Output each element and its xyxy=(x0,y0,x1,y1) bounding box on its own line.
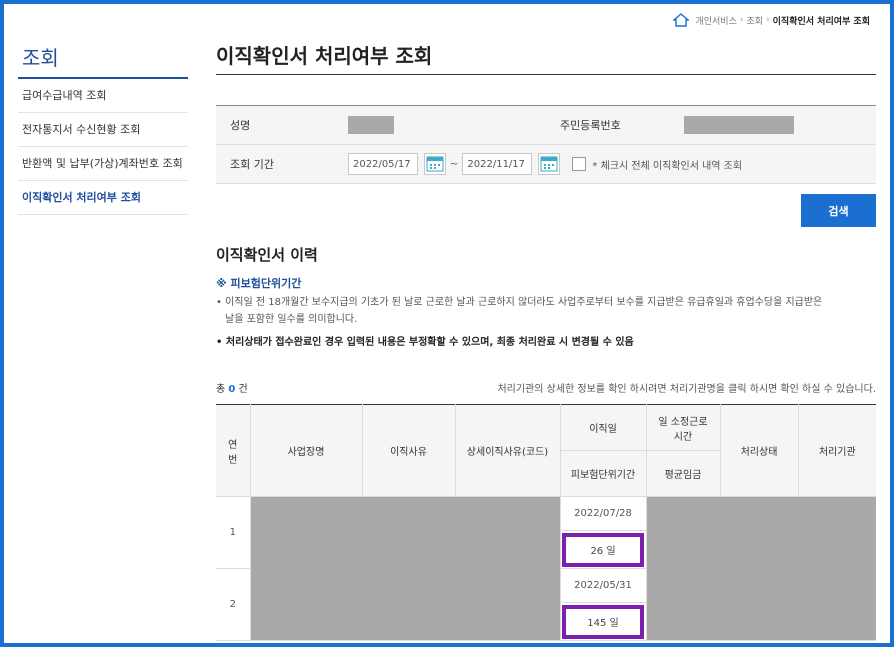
row-no: 2 xyxy=(216,568,251,641)
home-icon[interactable] xyxy=(673,13,690,27)
insured-period-note-line1: • 이직일 전 18개월간 보수지급의 기초가 된 날로 근로한 날과 근로하지… xyxy=(216,297,823,308)
sidebar: 조회 급여수급내역 조회 전자통지서 수신현황 조회 반환액 및 납부(가상)계… xyxy=(18,34,188,215)
ssn-masked-value xyxy=(684,116,794,134)
row-leave-date: 2022/05/31 xyxy=(559,568,646,603)
sidebar-title: 조회 xyxy=(18,34,188,79)
sidebar-item-separation-cert[interactable]: 이직확인서 처리여부 조회 xyxy=(18,181,188,215)
calendar-icon[interactable] xyxy=(538,153,561,175)
breadcrumb-item-inquiry[interactable]: 조회 xyxy=(746,14,763,27)
name-label: 성명 xyxy=(230,119,251,132)
col-header-work-hours: 일 소정근로 시간 xyxy=(645,404,721,451)
col-header-company: 사업장명 xyxy=(249,404,363,497)
row-insured-period-cell: 26 일 xyxy=(560,530,646,569)
browser-frame: 개인서비스 › 조회 › 이직확인서 처리여부 조회 조회 급여수급내역 조회 … xyxy=(0,0,894,647)
name-masked-value xyxy=(348,116,394,134)
col-header-insured-period: 피보험단위기간 xyxy=(560,450,647,497)
insured-period-highlight: 145 일 xyxy=(562,604,644,639)
all-history-checkbox-label: * 체크시 전체 이직확인서 내역 조회 xyxy=(592,160,743,172)
col-header-avg-wage: 평균임금 xyxy=(645,450,720,497)
history-section-title: 이직확인서 이력 xyxy=(216,246,318,264)
col-header-no: 연 번 xyxy=(216,404,251,497)
col-header-leave-date: 이직일 xyxy=(559,404,647,451)
insured-period-highlight: 26 일 xyxy=(562,532,644,567)
insured-period-note-title: ※ 피보험단위기간 xyxy=(216,277,302,290)
sidebar-item-benefit-history[interactable]: 급여수급내역 조회 xyxy=(18,79,188,113)
total-suffix: 건 xyxy=(238,384,248,395)
col-header-agency: 처리기관 xyxy=(797,404,876,497)
col-header-status: 처리상태 xyxy=(719,404,799,497)
breadcrumb-separator: › xyxy=(739,15,744,25)
date-range-separator: ~ xyxy=(450,158,459,170)
row-insured-period-cell: 145 일 xyxy=(560,602,646,641)
table-row: 1 2022/07/28 xyxy=(216,496,876,641)
total-count-value: 0 xyxy=(228,384,236,395)
breadcrumb: 개인서비스 › 조회 › 이직확인서 처리여부 조회 xyxy=(673,10,870,30)
start-date-input[interactable] xyxy=(348,153,418,175)
ssn-label: 주민등록번호 xyxy=(560,119,621,132)
sidebar-item-e-notice[interactable]: 전자통지서 수신현황 조회 xyxy=(18,113,188,147)
total-count: 총 0 건 xyxy=(216,380,248,395)
calendar-icon[interactable] xyxy=(424,153,446,175)
period-row: 조회 기간 ~ xyxy=(216,145,876,184)
status-note: • 처리상태가 접수완료인 경우 입력된 내용은 부정확할 수 있으며, 최종 … xyxy=(216,337,634,348)
col-header-detail-reason: 상세이직사유(코드) xyxy=(454,404,561,497)
sidebar-item-refund-account[interactable]: 반환액 및 납부(가상)계좌번호 조회 xyxy=(18,147,188,181)
col-header-reason: 이직사유 xyxy=(361,404,456,497)
insured-period-note-line2: 날을 포함한 일수를 의미합니다. xyxy=(225,314,358,325)
identity-row: 성명 주민등록번호 xyxy=(216,106,876,145)
row-no: 1 xyxy=(216,496,251,569)
breadcrumb-current: 이직확인서 처리여부 조회 xyxy=(772,16,870,27)
masked-status-agency-cells xyxy=(645,496,876,641)
search-form: 성명 주민등록번호 조회 기간 2022/05/17 ~ 2022/11/17 … xyxy=(216,105,876,184)
masked-company-reason-cells xyxy=(249,496,561,641)
period-label: 조회 기간 xyxy=(230,158,274,171)
end-date-input[interactable] xyxy=(462,153,533,175)
main-content: 이직확인서 처리여부 조회 성명 주민등록번호 조회 기간 2022/05/17… xyxy=(216,34,876,641)
breadcrumb-separator: › xyxy=(766,15,770,25)
agency-info-text: 처리기관의 상세한 정보를 확인 하시려면 처리기관명을 클릭 하시면 확인 하… xyxy=(497,384,876,395)
page-title: 이직확인서 처리여부 조회 xyxy=(216,34,876,75)
separation-history-table: 연 번 사업장명 이직사유 상세이직사유(코드) 이직일 일 소정근로 시간 처… xyxy=(216,404,876,641)
all-history-checkbox[interactable] xyxy=(572,157,587,171)
total-prefix: 총 xyxy=(216,384,226,395)
search-button[interactable]: 검색 xyxy=(801,194,876,227)
breadcrumb-item-personal[interactable]: 개인서비스 xyxy=(695,14,736,27)
row-leave-date: 2022/07/28 xyxy=(559,496,647,531)
